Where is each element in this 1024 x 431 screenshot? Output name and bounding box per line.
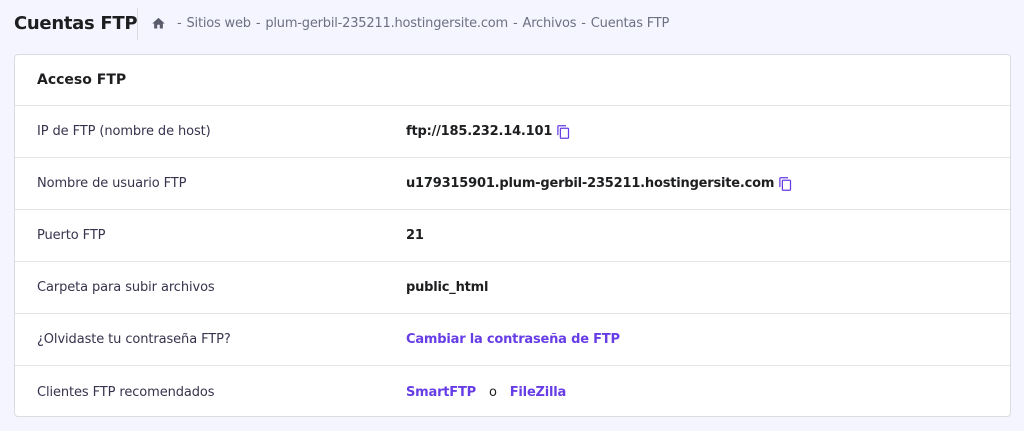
password-label: ¿Olvidaste tu contraseña FTP?	[37, 332, 231, 347]
ftp-clients-row: Clientes FTP recomendados SmartFTP o Fil…	[15, 366, 1010, 416]
home-icon[interactable]	[151, 16, 166, 31]
ftp-port-row: Puerto FTP 21	[15, 210, 1010, 262]
ftp-access-card: Acceso FTP IP de FTP (nombre de host) ft…	[14, 54, 1011, 417]
copy-icon[interactable]	[778, 176, 793, 192]
change-password-link[interactable]: Cambiar la contraseña de FTP	[406, 332, 620, 347]
ftp-username-value: u179315901.plum-gerbil-235211.hostingers…	[406, 176, 775, 191]
smartftp-link[interactable]: SmartFTP	[406, 385, 476, 400]
card-title: Acceso FTP	[15, 55, 1010, 106]
copy-icon[interactable]	[556, 124, 571, 140]
ftp-port-label: Puerto FTP	[37, 228, 106, 243]
breadcrumb-separator: -	[513, 16, 518, 31]
ftp-clients-label: Clientes FTP recomendados	[37, 384, 215, 400]
breadcrumb-item-cuentas-ftp: Cuentas FTP	[590, 16, 670, 31]
ftp-username-row: Nombre de usuario FTP u179315901.plum-ge…	[15, 158, 1010, 210]
page-title: Cuentas FTP	[14, 13, 138, 34]
breadcrumb-item-sitios-web[interactable]: Sitios web	[187, 16, 252, 31]
ftp-ip-label: IP de FTP (nombre de host)	[37, 124, 211, 139]
upload-folder-label: Carpeta para subir archivos	[37, 280, 215, 295]
ftp-ip-row: IP de FTP (nombre de host) ftp://185.232…	[15, 106, 1010, 158]
or-text: o	[488, 384, 497, 400]
password-value-container: Cambiar la contraseña de FTP	[406, 332, 620, 347]
page-header: Cuentas FTP - Sitios web - plum-gerbil-2…	[0, 0, 1024, 50]
ftp-ip-value: ftp://185.232.14.101	[406, 124, 553, 139]
ftp-clients-value-container: SmartFTP o FileZilla	[406, 385, 566, 400]
breadcrumb-separator: -	[581, 16, 586, 31]
breadcrumb-separator: -	[255, 16, 261, 31]
header-divider	[137, 8, 138, 40]
breadcrumb: - Sitios web - plum-gerbil-235211.hostin…	[151, 16, 669, 31]
ftp-ip-value-container: ftp://185.232.14.101	[406, 124, 571, 140]
ftp-username-label: Nombre de usuario FTP	[37, 176, 187, 191]
ftp-port-value: 21	[406, 228, 424, 243]
upload-folder-row: Carpeta para subir archivos public_html	[15, 262, 1010, 314]
password-row: ¿Olvidaste tu contraseña FTP? Cambiar la…	[15, 314, 1010, 366]
ftp-username-value-container: u179315901.plum-gerbil-235211.hostingers…	[406, 176, 793, 192]
upload-folder-value: public_html	[406, 280, 489, 295]
breadcrumb-item-domain[interactable]: plum-gerbil-235211.hostingersite.com	[265, 16, 508, 31]
breadcrumb-separator: -	[177, 16, 182, 31]
filezilla-link[interactable]: FileZilla	[510, 385, 567, 400]
breadcrumb-item-archivos[interactable]: Archivos	[523, 16, 577, 31]
